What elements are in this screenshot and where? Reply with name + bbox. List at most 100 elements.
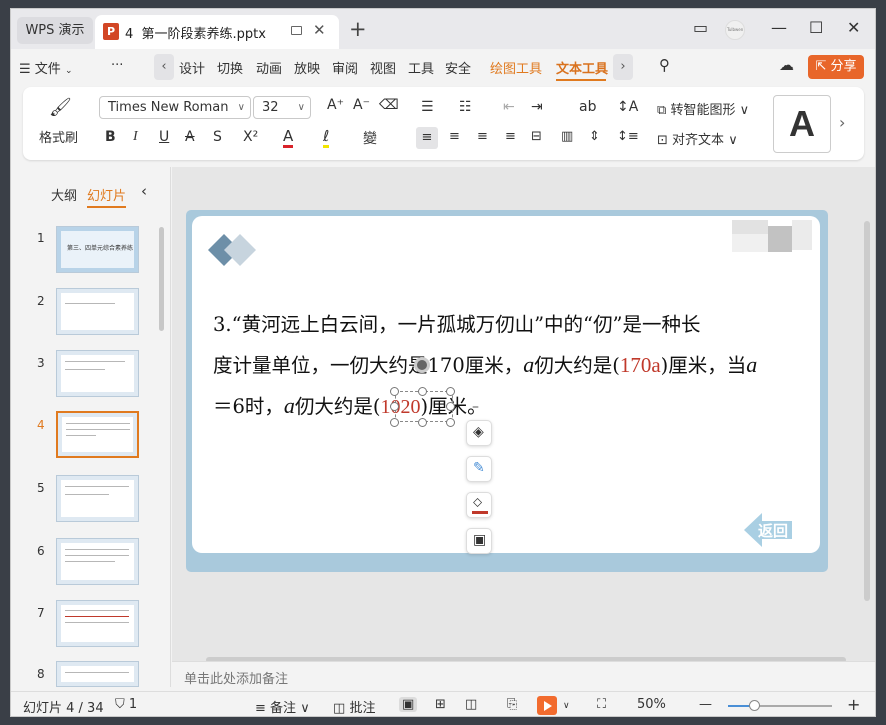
play-slideshow-button[interactable]: [537, 696, 557, 715]
maximize-icon[interactable]: ☐: [809, 18, 823, 37]
menu-design[interactable]: 设计: [179, 58, 205, 77]
menu-file[interactable]: ☰ 文件 ⌄: [19, 58, 73, 77]
resize-handle[interactable]: [446, 418, 455, 427]
format-painter-label[interactable]: 格式刷: [39, 127, 78, 146]
slide-thumbnail-3[interactable]: [56, 350, 139, 397]
resize-handle[interactable]: [390, 402, 399, 411]
pen-button[interactable]: ✎: [466, 456, 492, 482]
slide-thumbnail-2[interactable]: [56, 288, 139, 335]
slide-thumbnail-8[interactable]: [56, 661, 139, 687]
fill-button[interactable]: ⬦: [466, 492, 492, 518]
menu-review[interactable]: 审阅: [332, 58, 358, 77]
slide-counter[interactable]: 幻灯片 4 / 34: [23, 697, 104, 716]
slide-thumbnail-5[interactable]: [56, 475, 139, 522]
share-button[interactable]: ⇱ 分享: [808, 55, 864, 79]
notes-toggle[interactable]: ≡ 备注 ∨: [255, 697, 310, 716]
align-text-button[interactable]: ⊡ 对齐文本 ∨: [657, 129, 738, 148]
window-mode-icon[interactable]: [291, 26, 302, 35]
zoom-slider-knob[interactable]: [749, 700, 760, 711]
numbered-list-icon[interactable]: ☷: [459, 99, 472, 115]
text-direction-icon[interactable]: ↕A: [617, 99, 638, 115]
menu-drawing-tools[interactable]: 绘图工具: [490, 58, 542, 77]
zoom-in-icon[interactable]: +: [847, 695, 860, 714]
outline-button[interactable]: ▣: [466, 528, 492, 554]
comments-toggle[interactable]: ◫ 批注: [333, 697, 375, 716]
normal-view-icon[interactable]: ▣: [399, 697, 418, 712]
resize-handle[interactable]: [418, 387, 427, 396]
italic-icon[interactable]: I: [133, 129, 138, 145]
menu-more[interactable]: ···: [111, 58, 123, 73]
tab-outline[interactable]: 大纲: [51, 185, 77, 204]
convert-smartart-button[interactable]: ⧉ 转智能图形 ∨: [657, 99, 749, 118]
resize-handle[interactable]: [446, 387, 455, 396]
format-painter-icon[interactable]: 🖌: [49, 97, 72, 118]
slide-sorter-icon[interactable]: ⊞: [435, 697, 446, 712]
bullet-list-icon[interactable]: ☰: [421, 99, 434, 115]
menu-view[interactable]: 视图: [370, 58, 396, 77]
tab-slides[interactable]: 幻灯片: [87, 185, 127, 208]
menu-animation[interactable]: 动画: [256, 58, 282, 77]
clear-format-icon[interactable]: ⌫: [379, 97, 399, 113]
shadow-text-icon[interactable]: S: [213, 129, 222, 145]
return-button[interactable]: 返回: [744, 513, 792, 547]
menu-transition[interactable]: 切换: [217, 58, 243, 77]
slide-question-text[interactable]: 3.“黄河远上白云间，一片孤城万仞山”中的“仞”是一种长 度计量单位，一仞大约是…: [213, 305, 818, 427]
increase-indent-icon[interactable]: ⇥: [531, 99, 543, 115]
document-tab[interactable]: P 4 第一阶段素养练.pptx ✕: [95, 15, 339, 49]
fit-window-icon[interactable]: ⛶: [597, 697, 606, 712]
minimize-icon[interactable]: —: [771, 18, 787, 37]
slide-thumbnail-4[interactable]: [56, 411, 139, 458]
search-icon[interactable]: ⚲: [659, 56, 670, 74]
menu-prev-icon[interactable]: ‹: [154, 54, 174, 80]
font-select[interactable]: Times New Roman ∨: [99, 96, 251, 119]
columns-icon[interactable]: ▥: [561, 129, 573, 144]
chat-icon[interactable]: ☁: [779, 56, 794, 74]
panel-scrollbar[interactable]: [159, 227, 164, 331]
phonetic-icon[interactable]: 變: [363, 128, 377, 148]
zoom-level[interactable]: 50%: [637, 697, 666, 712]
collapse-panel-icon[interactable]: ‹: [141, 182, 147, 200]
line-spacing-icon[interactable]: ↕≡: [617, 129, 639, 144]
menu-security[interactable]: 安全: [445, 58, 471, 77]
rotate-handle-icon[interactable]: [414, 357, 430, 373]
zoom-out-icon[interactable]: —: [699, 697, 712, 712]
char-spacing-icon[interactable]: ab: [579, 99, 596, 115]
text-style-preview[interactable]: A: [773, 95, 831, 153]
zoom-slider[interactable]: [728, 700, 832, 711]
resize-handle[interactable]: [390, 418, 399, 427]
chevron-right-icon[interactable]: ›: [839, 113, 845, 132]
reading-view-icon[interactable]: ◫: [465, 697, 477, 712]
close-window-icon[interactable]: ✕: [847, 18, 860, 37]
align-right-icon[interactable]: ≡: [477, 129, 488, 144]
slide-thumbnail-7[interactable]: [56, 600, 139, 647]
close-tab-icon[interactable]: ✕: [313, 21, 326, 39]
bold-icon[interactable]: B: [105, 129, 116, 145]
align-left-icon[interactable]: ≡: [416, 127, 438, 149]
distribute-icon[interactable]: ⊟: [531, 129, 542, 144]
review-status[interactable]: ⛉ 1: [115, 697, 137, 712]
slide-thumbnail-1[interactable]: 第三、四单元综合素养练: [56, 226, 139, 273]
slide-thumbnail-6[interactable]: [56, 538, 139, 585]
menu-text-tools[interactable]: 文本工具: [556, 58, 608, 77]
menu-tools[interactable]: 工具: [408, 58, 434, 77]
underline-icon[interactable]: U: [159, 129, 169, 145]
vertical-scrollbar[interactable]: [864, 221, 870, 601]
new-tab-icon[interactable]: +: [349, 17, 367, 41]
decrease-indent-icon[interactable]: ⇤: [503, 99, 515, 115]
superscript-icon[interactable]: X²: [243, 129, 258, 145]
notes-pane[interactable]: 单击此处添加备注: [172, 661, 875, 691]
font-size-select[interactable]: 32 ∨: [253, 96, 311, 119]
chevron-down-icon[interactable]: ∨: [563, 701, 570, 711]
presenter-icon[interactable]: ⎘: [507, 697, 517, 712]
decrease-font-icon[interactable]: A⁻: [353, 97, 370, 113]
font-color-icon[interactable]: A: [283, 127, 294, 148]
strikethrough-icon[interactable]: A: [185, 129, 195, 145]
app-tab[interactable]: WPS 演示: [17, 17, 93, 44]
more-options-icon[interactable]: –: [472, 400, 486, 414]
tablet-mode-icon[interactable]: ▭: [693, 18, 708, 37]
paragraph-spacing-icon[interactable]: ⇕: [589, 129, 600, 144]
align-center-icon[interactable]: ≡: [449, 129, 460, 144]
highlight-icon[interactable]: ℓ: [323, 127, 330, 148]
resize-handle[interactable]: [390, 387, 399, 396]
avatar[interactable]: Tulbwen: [725, 20, 745, 40]
